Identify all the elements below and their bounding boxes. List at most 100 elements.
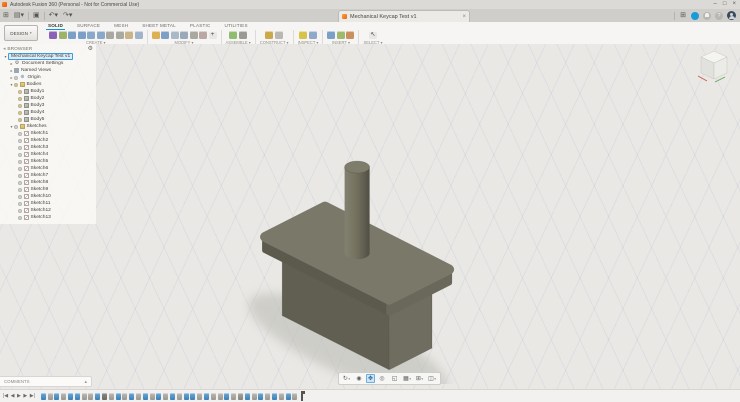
timeline-feature-sketch-35[interactable] <box>271 392 277 400</box>
ribbon-tab-utilities[interactable]: UTILITIES <box>222 22 249 30</box>
decal-icon[interactable] <box>336 30 345 39</box>
browser-item-body1[interactable]: Body1 <box>0 88 96 95</box>
timeline-feature-feature-29[interactable] <box>231 392 237 400</box>
visibility-bulb-icon[interactable] <box>18 166 22 171</box>
timeline-feature-feature-13[interactable] <box>122 392 128 400</box>
pattern-icon[interactable] <box>134 30 143 39</box>
insert-derive-icon[interactable] <box>327 30 336 39</box>
visibility-bulb-icon[interactable] <box>18 131 22 136</box>
timeline-step-back-button[interactable]: ◀ <box>11 391 15 402</box>
timeline-feature-sketch-9[interactable] <box>95 392 101 400</box>
extensions-icon[interactable]: ⊞ <box>679 12 687 20</box>
model-keycap-body[interactable] <box>230 139 480 384</box>
visibility-bulb-icon[interactable] <box>18 96 22 101</box>
file-menu-icon[interactable]: ▤▾ <box>13 10 25 21</box>
browser-item-sketch8[interactable]: Sketch8 <box>0 179 96 186</box>
offset-plane-icon[interactable] <box>265 30 274 39</box>
timeline-feature-feature-34[interactable] <box>265 392 271 400</box>
timeline-feature-feature-15[interactable] <box>136 392 142 400</box>
timeline-feature-sketch-33[interactable] <box>258 392 264 400</box>
browser-item-sketch11[interactable]: Sketch11 <box>0 200 96 207</box>
new-component-icon[interactable] <box>229 30 238 39</box>
thread-icon[interactable] <box>115 30 124 39</box>
browser-item-sketch13[interactable]: Sketch13 <box>0 214 96 221</box>
section-analysis-icon[interactable] <box>308 30 317 39</box>
document-tab-close-icon[interactable]: × <box>462 14 466 20</box>
timeline-feature-feature-36[interactable] <box>278 392 284 400</box>
sweep-icon[interactable] <box>87 30 95 39</box>
timeline-feature-sketch-25[interactable] <box>204 392 210 400</box>
browser-node-named-views[interactable]: ▸ Named Views <box>0 67 96 74</box>
timeline-feature-move-10[interactable] <box>102 392 108 400</box>
loft-icon[interactable] <box>96 30 105 39</box>
visibility-bulb-icon[interactable] <box>14 75 18 80</box>
nav-orbit-button[interactable]: ↻ ▾ <box>341 374 352 383</box>
browser-node-origin[interactable]: ▸ ⊕ Origin <box>0 74 96 81</box>
timeline-feature-feature-8[interactable] <box>88 392 94 400</box>
nav-look-at-button[interactable]: ◉ <box>354 374 365 383</box>
timeline-feature-sketch-14[interactable] <box>129 392 135 400</box>
browser-item-sketch9[interactable]: Sketch9 <box>0 186 96 193</box>
visibility-bulb-icon[interactable] <box>14 82 18 87</box>
minimize-button[interactable]: – <box>714 0 717 9</box>
shell-icon[interactable] <box>170 30 179 39</box>
browser-item-sketch12[interactable]: Sketch12 <box>0 207 96 214</box>
create-sketch-icon[interactable] <box>58 30 67 39</box>
timeline-feature-sketch-37[interactable] <box>285 392 291 400</box>
hole-icon[interactable] <box>106 30 114 39</box>
nav-pan-button[interactable]: ✥ <box>366 374 376 383</box>
view-cube[interactable] <box>694 47 734 91</box>
timeline-playhead[interactable] <box>301 391 305 401</box>
visibility-bulb-icon[interactable] <box>18 180 22 185</box>
browser-item-sketch10[interactable]: Sketch10 <box>0 193 96 200</box>
timeline-feature-sketch-23[interactable] <box>190 392 196 400</box>
box-primitive-icon[interactable] <box>125 30 133 39</box>
browser-item-body3[interactable]: Body3 <box>0 102 96 109</box>
visibility-bulb-icon[interactable] <box>14 124 18 129</box>
timeline-feature-feature-17[interactable] <box>149 392 155 400</box>
visibility-bulb-icon[interactable] <box>18 194 22 199</box>
close-button[interactable]: × <box>732 0 736 9</box>
visibility-bulb-icon[interactable] <box>18 215 22 220</box>
insert-mesh-icon[interactable] <box>346 30 355 39</box>
undo-icon[interactable]: ↶▾ <box>48 10 59 21</box>
construct-axis-icon[interactable] <box>274 30 283 39</box>
timeline-step-forward-button[interactable]: ▶ <box>23 391 27 402</box>
timeline-feature-feature-32[interactable] <box>251 392 257 400</box>
ribbon-tab-mesh[interactable]: MESH <box>112 22 130 30</box>
visibility-bulb-icon[interactable] <box>18 110 22 115</box>
create-form-icon[interactable] <box>49 30 57 39</box>
timeline-feature-feature-38[interactable] <box>292 392 298 400</box>
timeline-feature-feature-19[interactable] <box>163 392 169 400</box>
nav-grid-and-snaps-button[interactable]: ⊞ ▾ <box>414 374 425 383</box>
timeline-skip-to-start-button[interactable]: |◀ <box>3 391 8 402</box>
timeline-feature-sketch-28[interactable] <box>224 392 230 400</box>
notifications-icon[interactable] <box>703 11 711 20</box>
viewport-3d[interactable]: ◂ BROWSER ⚙ ▾ Mechanical Keycap Test v1 ▸ ⚙… <box>0 44 740 389</box>
workspace-selector[interactable]: DESIGN ▾ <box>4 25 38 41</box>
timeline-feature-feature-27[interactable] <box>217 392 223 400</box>
save-icon[interactable]: ▣ <box>32 10 41 21</box>
browser-item-sketch1[interactable]: Sketch1 <box>0 130 96 137</box>
browser-node-bodies[interactable]: ▾ Bodies <box>0 81 96 88</box>
document-tab[interactable]: Mechanical Keycap Test v1 × <box>338 10 470 22</box>
help-icon[interactable] <box>715 11 723 20</box>
timeline-feature-sketch-12[interactable] <box>115 392 121 400</box>
move-copy-icon[interactable]: + <box>208 30 217 39</box>
ribbon-tab-sheet-metal[interactable]: SHEET METAL <box>140 22 178 30</box>
select-icon[interactable]: ↖ <box>368 30 377 39</box>
split-body-icon[interactable] <box>199 30 207 39</box>
timeline-feature-sketch-18[interactable] <box>156 392 162 400</box>
timeline-feature-feature-24[interactable] <box>197 392 203 400</box>
timeline-feature-hole-30[interactable] <box>238 392 243 400</box>
press-pull-icon[interactable] <box>151 30 160 39</box>
visibility-bulb-icon[interactable] <box>18 187 22 192</box>
visibility-bulb-icon[interactable] <box>18 145 22 150</box>
nav-zoom-button[interactable]: ◎ <box>377 374 388 383</box>
offset-face-icon[interactable] <box>189 30 198 39</box>
revolve-icon[interactable] <box>77 30 86 39</box>
visibility-bulb-icon[interactable] <box>18 117 22 122</box>
timeline-feature-sketch-16[interactable] <box>142 392 148 400</box>
timeline-feature-sketch-1[interactable] <box>40 392 46 400</box>
timeline-skip-to-end-button[interactable]: ▶| <box>30 391 35 402</box>
